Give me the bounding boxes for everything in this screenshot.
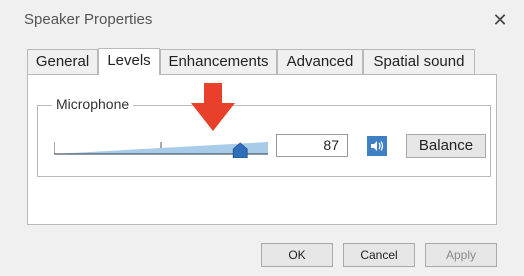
balance-button[interactable]: Balance: [406, 134, 486, 158]
ok-button[interactable]: OK: [261, 243, 333, 267]
levels-panel: Microphone 87 Balance: [27, 74, 497, 225]
window-title: Speaker Properties: [24, 11, 153, 28]
tab-advanced[interactable]: Advanced: [277, 49, 363, 74]
group-label: Microphone: [52, 96, 134, 112]
arrow-down-icon: [191, 83, 235, 131]
tab-spatial-sound[interactable]: Spatial sound: [363, 49, 475, 74]
microphone-group: Microphone 87 Balance: [37, 96, 491, 177]
speaker-properties-dialog: Speaker Properties ✕ General Levels Enha…: [0, 0, 524, 276]
apply-button[interactable]: Apply: [425, 243, 497, 267]
tab-general[interactable]: General: [27, 49, 98, 74]
level-value-field[interactable]: 87: [276, 134, 348, 157]
close-icon[interactable]: ✕: [488, 8, 512, 32]
level-slider[interactable]: [54, 124, 268, 158]
cancel-button[interactable]: Cancel: [343, 243, 415, 267]
speaker-icon[interactable]: [367, 136, 387, 156]
tab-enhancements[interactable]: Enhancements: [160, 49, 277, 74]
tab-levels[interactable]: Levels: [98, 48, 160, 75]
title-bar: Speaker Properties ✕: [0, 0, 524, 40]
